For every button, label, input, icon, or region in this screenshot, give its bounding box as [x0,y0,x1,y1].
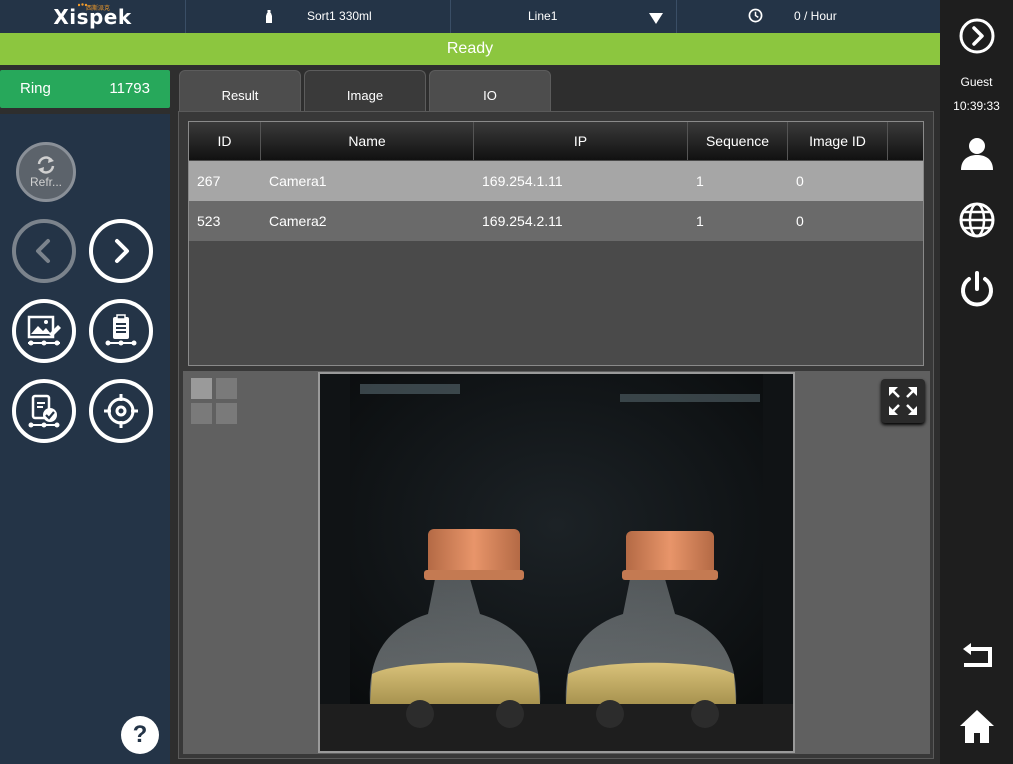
top-bar: 西斯派克 Xispek Sort1 330ml Line1 0 / Hour [0,0,940,33]
expand-icon [889,387,917,415]
image-edit-icon [27,315,61,346]
forward-circle-icon[interactable] [958,17,996,55]
power-icon[interactable] [958,270,996,308]
user-icon[interactable] [958,134,996,172]
grid-layout-icon[interactable] [191,378,237,424]
clipboard-icon [105,314,137,346]
cell-sequence: 1 [696,173,704,189]
ring-counter: Ring 11793 [0,70,170,108]
right-sidebar: Guest 10:39:33 [940,0,1013,764]
cell-id: 523 [197,213,221,229]
cell-name: Camera2 [269,213,327,229]
ring-label: Ring [20,80,51,97]
column-header-image-id[interactable]: Image ID [788,122,888,160]
refresh-icon [37,156,55,174]
cell-image-id: 0 [796,213,804,229]
table-row[interactable]: 523 Camera2 169.254.2.11 1 0 [189,201,923,241]
product-selector[interactable]: Sort1 330ml [185,0,450,33]
target-button[interactable] [89,379,153,443]
status-bar: Ready [0,33,940,65]
column-header-name[interactable]: Name [261,122,474,160]
user-name: Guest [960,75,993,89]
table-header: ID Name IP Sequence Image ID [189,122,923,160]
caret-down-icon [649,13,663,24]
clipboard-button[interactable] [89,299,153,363]
refresh-button[interactable]: Refr... [16,142,76,202]
cell-ip: 169.254.1.11 [482,173,563,189]
return-icon[interactable] [958,637,996,675]
chevron-right-icon [115,239,129,263]
image-edit-button[interactable] [12,299,76,363]
rate-label: 0 / Hour [794,9,837,23]
logo-subtitle: 西斯派克 [86,6,111,12]
logo: 西斯派克 Xispek [0,0,185,33]
column-header-ip[interactable]: IP [474,122,688,160]
image-viewer [183,371,930,754]
help-button[interactable]: ? [121,716,159,754]
product-label: Sort1 330ml [307,9,372,23]
clock-icon [748,8,763,23]
chevron-left-icon [36,239,50,263]
checklist-button[interactable] [12,379,76,443]
prev-button[interactable] [12,219,76,283]
camera-table: ID Name IP Sequence Image ID 267 Camera1… [188,121,924,366]
line-selector[interactable]: Line1 [450,0,676,33]
globe-icon[interactable] [958,201,996,239]
home-icon[interactable] [958,707,996,745]
refresh-label: Refr... [29,175,62,189]
left-panel: Refr... ? [0,114,170,764]
tab-result[interactable]: Result [179,70,301,112]
line-label: Line1 [528,9,558,23]
app-window: 西斯派克 Xispek Sort1 330ml Line1 0 / Hour R… [0,0,1013,764]
clock-time: 10:39:33 [953,99,1000,113]
cell-image-id: 0 [796,173,804,189]
ring-value: 11793 [109,80,150,97]
table-row[interactable]: 267 Camera1 169.254.1.11 1 0 [189,161,923,201]
next-button[interactable] [89,219,153,283]
column-header-sequence[interactable]: Sequence [688,122,788,160]
column-header-id[interactable]: ID [189,122,261,160]
cell-id: 267 [197,173,221,189]
cell-ip: 169.254.2.11 [482,213,563,229]
tab-image[interactable]: Image [304,70,426,112]
checklist-icon [28,394,60,428]
camera-image[interactable] [318,372,795,753]
cell-sequence: 1 [696,213,704,229]
expand-button[interactable] [881,379,925,423]
target-icon [104,394,138,428]
column-header-spacer [888,122,923,160]
tab-io[interactable]: IO [429,70,551,112]
bottle-icon [266,10,272,23]
rate-display: 0 / Hour [676,0,940,33]
bottles-image [320,374,793,751]
cell-name: Camera1 [269,173,327,189]
